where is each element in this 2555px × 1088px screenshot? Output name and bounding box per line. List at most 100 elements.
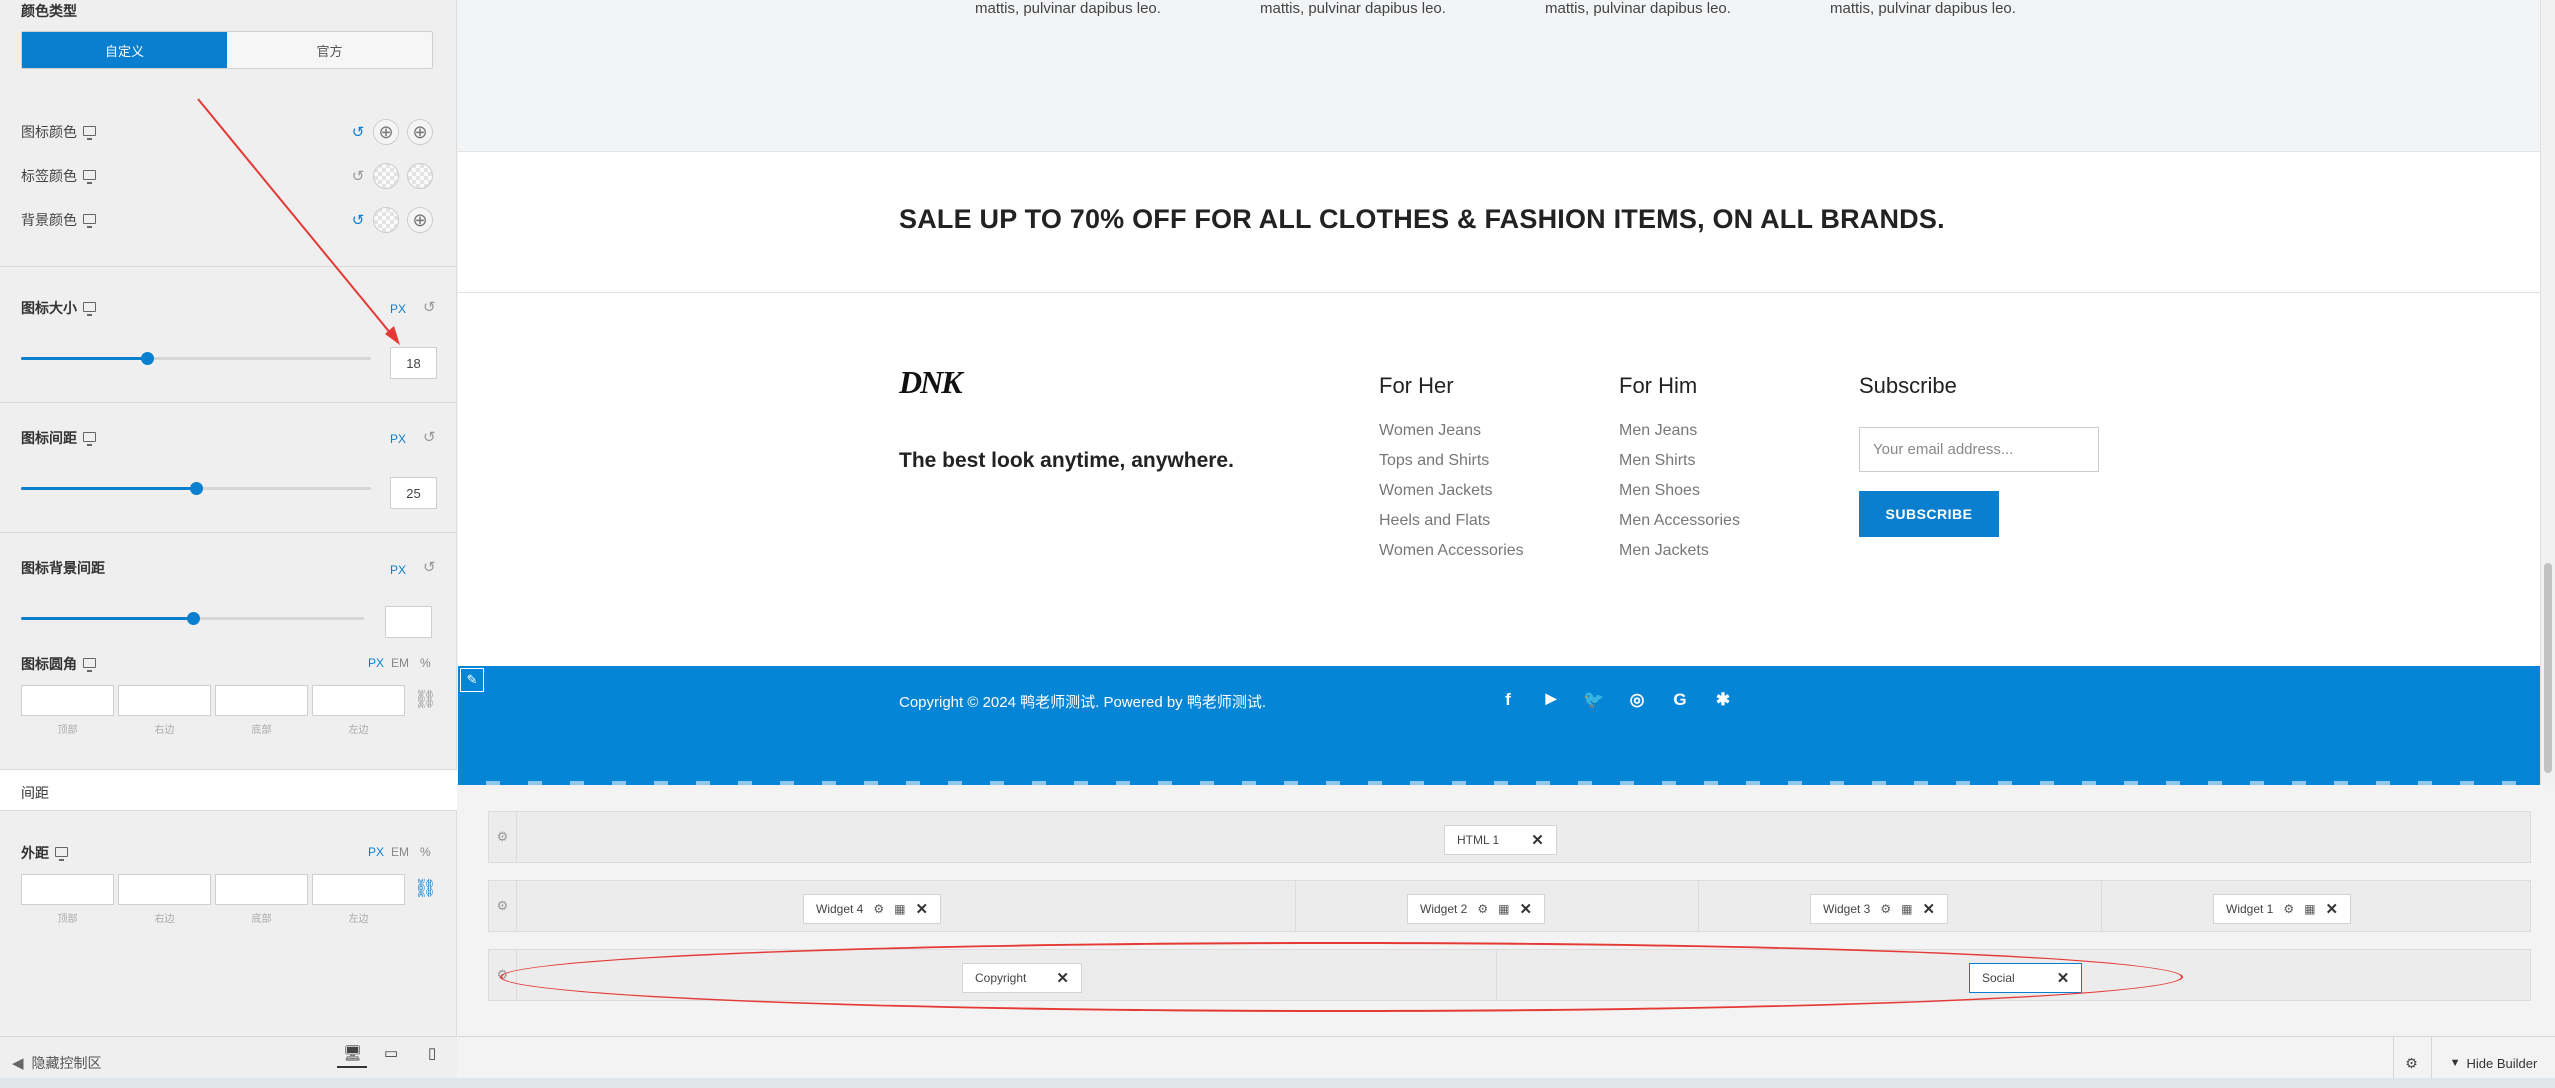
color-swatch-normal[interactable] bbox=[373, 163, 399, 189]
unit-em[interactable]: EM bbox=[391, 656, 409, 670]
close-icon[interactable]: ✕ bbox=[915, 900, 928, 918]
link-icon[interactable]: ⛓ bbox=[414, 878, 437, 899]
divider bbox=[0, 532, 457, 533]
builder-item-widget3[interactable]: Widget 3 ⚙ ▦ ✕ bbox=[1810, 894, 1949, 924]
site-logo[interactable]: DNK bbox=[899, 364, 963, 401]
icon-bg-spacing-input[interactable] bbox=[385, 606, 432, 638]
link-icon[interactable]: ⛓ bbox=[414, 689, 437, 710]
reset-icon[interactable]: ↺ bbox=[423, 428, 436, 446]
google-icon[interactable]: G bbox=[1669, 690, 1691, 710]
reset-icon[interactable]: ↺ bbox=[423, 298, 436, 316]
unit-px[interactable]: PX bbox=[390, 302, 406, 316]
icon-bg-spacing-slider[interactable] bbox=[21, 612, 364, 625]
builder-item-widget2[interactable]: Widget 2 ⚙ ▦ ✕ bbox=[1407, 894, 1546, 924]
mobile-preview-icon[interactable]: ▯ bbox=[428, 1044, 436, 1062]
close-icon[interactable]: ✕ bbox=[1531, 831, 1544, 849]
facebook-icon[interactable]: f bbox=[1497, 690, 1519, 710]
row-settings-gear-icon[interactable]: ⚙ bbox=[489, 812, 517, 862]
widgets-icon[interactable]: ▦ bbox=[1498, 902, 1509, 916]
footer-link[interactable]: Women Jeans bbox=[1379, 422, 1524, 452]
for-him-heading: For Him bbox=[1619, 373, 1698, 398]
segment-custom[interactable]: 自定义 bbox=[22, 32, 227, 68]
close-icon[interactable]: ✕ bbox=[1922, 900, 1935, 918]
instagram-icon[interactable]: ◎ bbox=[1626, 690, 1648, 710]
builder-item-html1[interactable]: HTML 1 ✕ bbox=[1444, 825, 1557, 855]
desktop-icon bbox=[83, 214, 96, 228]
close-icon[interactable]: ✕ bbox=[2325, 900, 2338, 918]
icon-size-input[interactable]: 18 bbox=[390, 347, 437, 379]
radius-bottom-input[interactable] bbox=[215, 685, 308, 716]
segment-official[interactable]: 官方 bbox=[227, 32, 432, 68]
scrollbar-thumb[interactable] bbox=[2544, 563, 2552, 773]
feature-text: mattis, pulvinar dapibus leo. bbox=[1545, 0, 1731, 17]
row-settings-gear-icon[interactable]: ⚙ bbox=[489, 881, 517, 931]
close-icon[interactable]: ✕ bbox=[1519, 900, 1532, 918]
subscribe-button[interactable]: SUBSCRIBE bbox=[1859, 491, 1999, 537]
color-swatch-normal[interactable] bbox=[373, 119, 399, 145]
desktop-icon bbox=[55, 847, 68, 861]
icon-spacing-input[interactable]: 25 bbox=[390, 477, 437, 509]
footer-link[interactable]: Women Accessories bbox=[1379, 542, 1524, 572]
footer-link[interactable]: Men Jackets bbox=[1619, 542, 1740, 572]
reset-icon[interactable]: ↺ bbox=[351, 211, 365, 229]
unit-px[interactable]: PX bbox=[390, 563, 406, 577]
unit-px[interactable]: PX bbox=[390, 432, 406, 446]
unit-px[interactable]: PX bbox=[368, 656, 384, 670]
close-icon[interactable]: ✕ bbox=[1056, 969, 1069, 987]
color-swatch-hover[interactable] bbox=[407, 163, 433, 189]
row-settings-gear-icon[interactable]: ⚙ bbox=[489, 950, 517, 1000]
item-label: Widget 4 bbox=[816, 902, 864, 916]
youtube-icon[interactable]: ▶ bbox=[1540, 690, 1562, 707]
gear-icon[interactable]: ⚙ bbox=[1477, 902, 1488, 916]
icon-spacing-slider[interactable] bbox=[21, 482, 371, 495]
icon-size-slider[interactable] bbox=[21, 352, 371, 365]
unit-percent[interactable]: % bbox=[420, 845, 431, 859]
spacing-tab[interactable]: 间距 bbox=[0, 769, 457, 811]
edit-pencil-icon[interactable]: ✎ bbox=[460, 668, 484, 692]
unit-px[interactable]: PX bbox=[368, 845, 384, 859]
slider-handle[interactable] bbox=[190, 482, 203, 495]
radius-left-input[interactable] bbox=[312, 685, 405, 716]
radius-right-input[interactable] bbox=[118, 685, 211, 716]
builder-item-widget1[interactable]: Widget 1 ⚙ ▦ ✕ bbox=[2213, 894, 2352, 924]
color-swatch-hover[interactable] bbox=[407, 207, 433, 233]
footer-link[interactable]: Men Accessories bbox=[1619, 512, 1740, 542]
footer-link[interactable]: Men Shirts bbox=[1619, 452, 1740, 482]
gear-icon[interactable]: ⚙ bbox=[1880, 902, 1891, 916]
widgets-icon[interactable]: ▦ bbox=[1901, 902, 1912, 916]
reset-icon[interactable]: ↺ bbox=[351, 167, 365, 185]
footer-link[interactable]: Heels and Flats bbox=[1379, 512, 1524, 542]
margin-right-input[interactable] bbox=[118, 874, 211, 905]
unit-em[interactable]: EM bbox=[391, 845, 409, 859]
desktop-preview-icon[interactable]: 🖥 bbox=[343, 1044, 362, 1062]
footer-link[interactable]: Men Jeans bbox=[1619, 422, 1740, 452]
color-swatch-hover[interactable] bbox=[407, 119, 433, 145]
radius-top-input[interactable] bbox=[21, 685, 114, 716]
color-swatch-normal[interactable] bbox=[373, 207, 399, 233]
footer-link[interactable]: Women Jackets bbox=[1379, 482, 1524, 512]
preview-scrollbar[interactable] bbox=[2540, 0, 2555, 785]
unit-percent[interactable]: % bbox=[420, 656, 431, 670]
slider-handle[interactable] bbox=[141, 352, 154, 365]
margin-bottom-input[interactable] bbox=[215, 874, 308, 905]
footer-link[interactable]: Men Shoes bbox=[1619, 482, 1740, 512]
widgets-icon[interactable]: ▦ bbox=[2304, 902, 2315, 916]
twitter-icon[interactable]: 🐦 bbox=[1583, 690, 1605, 710]
footer-link[interactable]: Tops and Shirts bbox=[1379, 452, 1524, 482]
yelp-icon[interactable]: ✱ bbox=[1712, 690, 1734, 710]
gear-icon[interactable]: ⚙ bbox=[873, 902, 884, 916]
tablet-preview-icon[interactable]: ▭ bbox=[384, 1044, 398, 1062]
reset-icon[interactable]: ↺ bbox=[351, 123, 365, 141]
builder-item-widget4[interactable]: Widget 4 ⚙ ▦ ✕ bbox=[803, 894, 942, 924]
hide-controls-button[interactable]: ◀ 隐藏控制区 bbox=[12, 1053, 102, 1073]
close-icon[interactable]: ✕ bbox=[2057, 969, 2070, 987]
margin-left-input[interactable] bbox=[312, 874, 405, 905]
email-input[interactable]: Your email address... bbox=[1859, 427, 2099, 472]
reset-icon[interactable]: ↺ bbox=[423, 558, 436, 576]
builder-item-copyright[interactable]: Copyright ✕ bbox=[962, 963, 1082, 993]
margin-top-input[interactable] bbox=[21, 874, 114, 905]
slider-handle[interactable] bbox=[186, 612, 200, 625]
gear-icon[interactable]: ⚙ bbox=[2283, 902, 2294, 916]
builder-item-social[interactable]: Social ✕ bbox=[1969, 963, 2083, 993]
widgets-icon[interactable]: ▦ bbox=[894, 902, 905, 916]
